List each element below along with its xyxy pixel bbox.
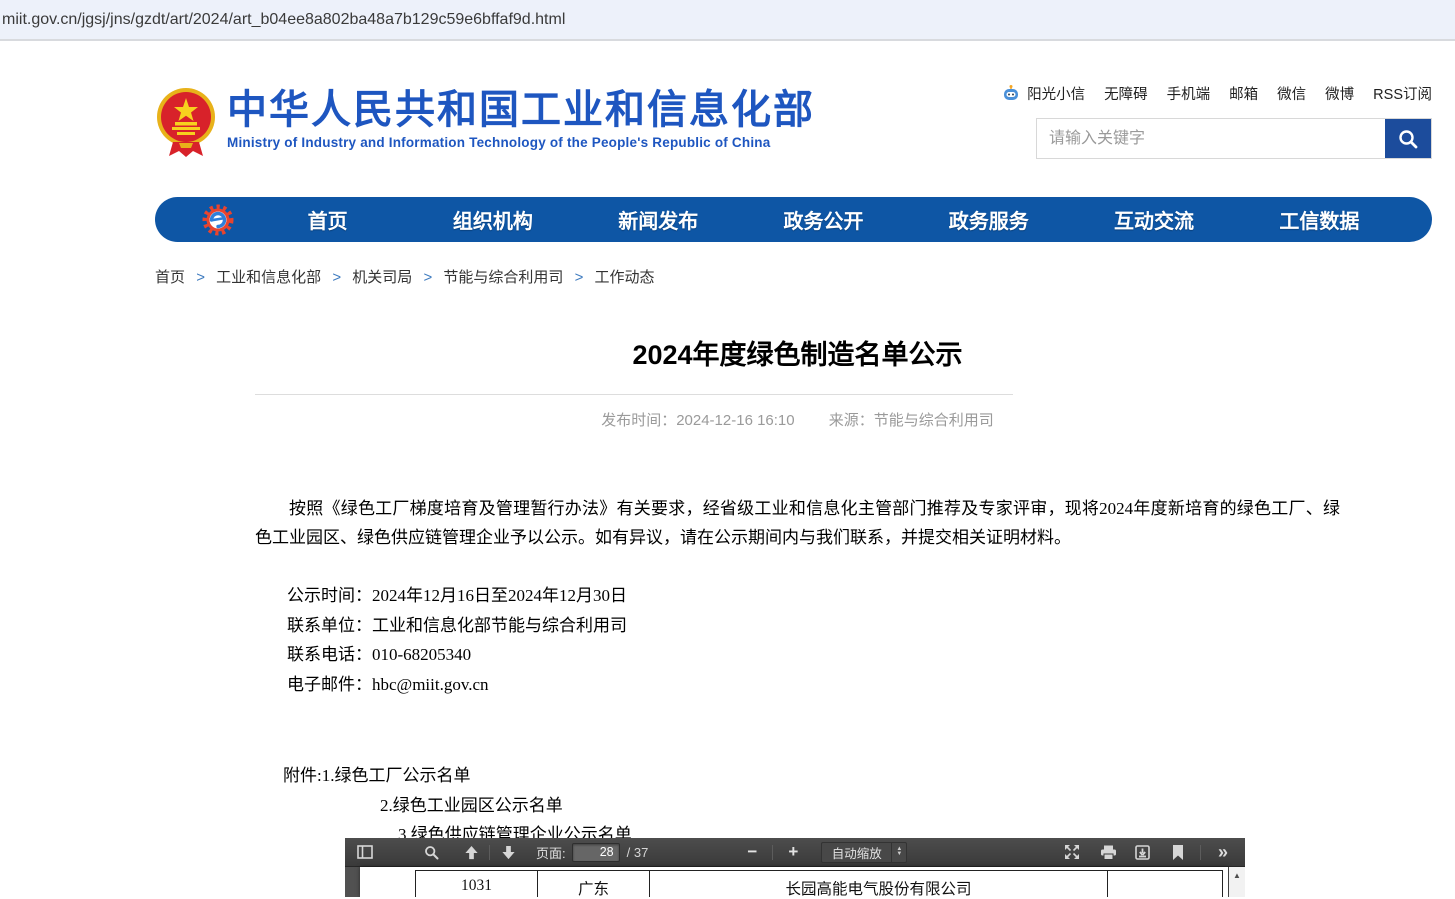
site-title-en: Ministry of Industry and Information Tec… xyxy=(227,135,815,150)
breadcrumb-miit[interactable]: 工业和信息化部 xyxy=(216,269,321,286)
table-cell-province: 广东 xyxy=(537,871,649,897)
pdf-next-page-button[interactable] xyxy=(496,840,520,864)
print-icon xyxy=(1100,845,1117,860)
pdf-content-area: 1031 广东 长园高能电气股份有限公司 ▲ xyxy=(345,867,1245,897)
title-divider xyxy=(255,394,1013,395)
pdf-scrollbar[interactable]: ▲ xyxy=(1229,867,1245,897)
contact-phone: 联系电话：010-68205340 xyxy=(287,640,1340,670)
fullscreen-icon xyxy=(1064,844,1080,860)
toolbar-divider xyxy=(489,845,490,860)
contact-info: 公示时间：2024年12月16日至2024年12月30日 联系单位：工业和信息化… xyxy=(255,581,1340,699)
publicity-period: 公示时间：2024年12月16日至2024年12月30日 xyxy=(287,581,1340,611)
breadcrumb-home[interactable]: 首页 xyxy=(155,269,185,286)
miit-logo-icon xyxy=(201,203,235,237)
page-url: miit.gov.cn/jgsj/jns/gzdt/art/2024/art_b… xyxy=(2,11,565,29)
nav-item-news[interactable]: 新闻发布 xyxy=(576,205,741,234)
national-emblem-icon xyxy=(155,86,217,158)
pdf-zoom-out-button[interactable]: − xyxy=(740,840,764,864)
pdf-print-button[interactable] xyxy=(1096,840,1120,864)
quick-link-mobile[interactable]: 手机端 xyxy=(1167,83,1211,104)
table-cell-empty xyxy=(1107,871,1223,897)
breadcrumb-separator: > xyxy=(575,269,584,286)
attachment-green-park[interactable]: 2.绿色工业园区公示名单 xyxy=(380,791,1340,821)
scroll-up-arrow-icon[interactable]: ▲ xyxy=(1233,872,1241,897)
contact-email: 电子邮件：hbc@miit.gov.cn xyxy=(287,670,1340,700)
breadcrumb-separator: > xyxy=(196,269,205,286)
pdf-toolbar: 页面: / 37 − + 自动缩放 ▲▼ xyxy=(345,838,1245,867)
breadcrumb-work-updates[interactable]: 工作动态 xyxy=(595,269,655,286)
nav-item-data[interactable]: 工信数据 xyxy=(1237,205,1402,234)
pdf-search-icon xyxy=(424,845,439,860)
contact-unit: 联系单位：工业和信息化部节能与综合利用司 xyxy=(287,611,1340,641)
pdf-page: 1031 广东 长园高能电气股份有限公司 xyxy=(360,867,1228,897)
pdf-search-button[interactable] xyxy=(419,840,443,864)
publish-time: 发布时间：2024-12-16 16:10 xyxy=(601,412,794,429)
pdf-sidebar-toggle-button[interactable] xyxy=(353,840,377,864)
quick-link-weibo[interactable]: 微博 xyxy=(1325,83,1354,104)
nav-item-gov-services[interactable]: 政务服务 xyxy=(906,205,1071,234)
article-paragraph: 按照《绿色工厂梯度培育及管理暂行办法》有关要求，经省级工业和信息化主管部门推荐及… xyxy=(255,494,1340,552)
double-chevron-icon: » xyxy=(1218,842,1228,863)
toolbar-divider xyxy=(1200,845,1201,860)
main-navigation: 首页 组织机构 新闻发布 政务公开 政务服务 互动交流 工信数据 xyxy=(155,197,1432,242)
site-title-zh: 中华人民共和国工业和信息化部 xyxy=(227,88,815,132)
article: 2024年度绿色制造名单公示 发布时间：2024-12-16 16:10 来源：… xyxy=(255,338,1340,850)
search-input[interactable] xyxy=(1037,119,1385,158)
attachment-green-factory[interactable]: 附件:1.绿色工厂公示名单 xyxy=(283,761,1340,791)
nav-items: 首页 组织机构 新闻发布 政务公开 政务服务 互动交流 工信数据 xyxy=(245,205,1402,234)
arrow-up-icon xyxy=(464,845,479,860)
pdf-download-button[interactable] xyxy=(1130,840,1154,864)
site-header: 中华人民共和国工业和信息化部 Ministry of Industry and … xyxy=(155,86,815,158)
search-button[interactable] xyxy=(1385,119,1431,158)
breadcrumb: 首页 > 工业和信息化部 > 机关司局 > 节能与综合利用司 > 工作动态 xyxy=(155,266,655,287)
pdf-presentation-mode-button[interactable] xyxy=(1060,840,1084,864)
pdf-table-row: 1031 广东 长园高能电气股份有限公司 xyxy=(415,870,1223,897)
nav-item-interaction[interactable]: 互动交流 xyxy=(1071,205,1236,234)
breadcrumb-energy-dept[interactable]: 节能与综合利用司 xyxy=(443,269,563,286)
quick-link-mail[interactable]: 邮箱 xyxy=(1229,83,1258,104)
site-search xyxy=(1036,118,1432,159)
pdf-more-tools-button[interactable]: » xyxy=(1211,840,1235,864)
article-source: 来源：节能与综合利用司 xyxy=(829,412,994,429)
pdf-page-input[interactable] xyxy=(572,843,620,862)
article-meta: 发布时间：2024-12-16 16:10 来源：节能与综合利用司 xyxy=(255,409,1340,430)
bookmark-icon xyxy=(1172,845,1184,860)
minus-icon: − xyxy=(747,842,757,862)
nav-item-organization[interactable]: 组织机构 xyxy=(410,205,575,234)
attachments-list: 附件:1.绿色工厂公示名单 2.绿色工业园区公示名单 3.绿色供应链管理企业公示… xyxy=(255,761,1340,850)
sidebar-toggle-icon xyxy=(357,845,373,859)
miit-page: 中华人民共和国工业和信息化部 Ministry of Industry and … xyxy=(0,41,1455,897)
sunshine-assistant-icon xyxy=(1001,84,1021,104)
select-arrows-icon: ▲▼ xyxy=(891,843,906,862)
quick-link-accessibility[interactable]: 无障碍 xyxy=(1104,83,1148,104)
quick-link-rss[interactable]: RSS订阅 xyxy=(1373,83,1432,104)
pdf-zoom-mode-select[interactable]: 自动缩放 ▲▼ xyxy=(821,842,907,863)
pdf-page-label: 页面: xyxy=(536,843,566,862)
table-cell-number: 1031 xyxy=(415,871,537,897)
header-quick-links: 阳光小信 无障碍 手机端 邮箱 微信 微博 RSS订阅 xyxy=(1001,83,1432,104)
quick-link-sunshine[interactable]: 阳光小信 xyxy=(1027,83,1085,104)
browser-address-bar[interactable]: miit.gov.cn/jgsj/jns/gzdt/art/2024/art_b… xyxy=(0,0,1455,41)
quick-link-wechat[interactable]: 微信 xyxy=(1277,83,1306,104)
nav-item-home[interactable]: 首页 xyxy=(245,205,410,234)
download-icon xyxy=(1135,845,1150,860)
table-cell-company: 长园高能电气股份有限公司 xyxy=(649,871,1107,897)
pdf-page-total: / 37 xyxy=(627,845,649,860)
pdf-previous-page-button[interactable] xyxy=(459,840,483,864)
breadcrumb-separator: > xyxy=(423,269,432,286)
nav-item-gov-affairs[interactable]: 政务公开 xyxy=(741,205,906,234)
pdf-bookmark-button[interactable] xyxy=(1166,840,1190,864)
toolbar-divider xyxy=(772,845,773,860)
article-title: 2024年度绿色制造名单公示 xyxy=(255,338,1340,372)
plus-icon: + xyxy=(788,842,798,862)
zoom-mode-value: 自动缩放 xyxy=(822,843,891,862)
pdf-viewer: 页面: / 37 − + 自动缩放 ▲▼ xyxy=(345,838,1245,897)
pdf-zoom-in-button[interactable]: + xyxy=(781,840,805,864)
breadcrumb-departments[interactable]: 机关司局 xyxy=(352,269,412,286)
arrow-down-icon xyxy=(501,845,516,860)
search-icon xyxy=(1397,128,1419,150)
breadcrumb-separator: > xyxy=(332,269,341,286)
